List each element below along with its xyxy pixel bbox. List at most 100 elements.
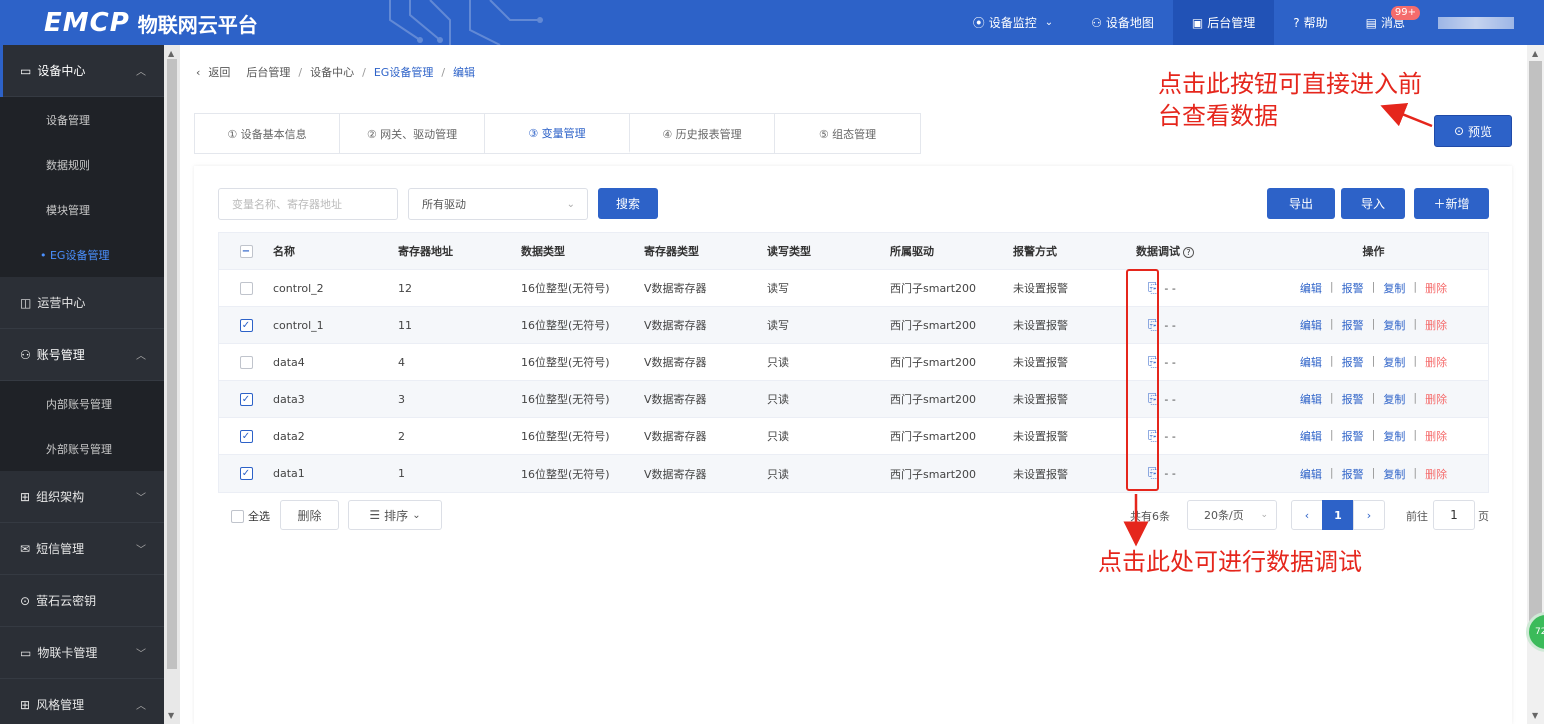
edit-link[interactable]: 编辑 [1300, 466, 1322, 482]
nav-messages[interactable]: ▤ 消息 99+ [1347, 0, 1424, 45]
table-row[interactable]: control_2 12 16位整型(无符号) V数据寄存器 读写 西门子smart200… [219, 270, 1488, 307]
delete-link[interactable]: 删除 [1425, 354, 1447, 370]
export-button[interactable]: 导出 [1267, 188, 1335, 219]
batch-delete-button[interactable]: 删除 [280, 500, 339, 530]
sidebar-group-account[interactable]: ⚇ 账号管理 ︿ [0, 329, 164, 381]
copy-link[interactable]: 复制 [1383, 317, 1405, 333]
sidebar-group-device-center[interactable]: ▭ 设备中心 ︿ [0, 45, 164, 97]
sidebar-group-sms[interactable]: ✉ 短信管理 ﹀ [0, 523, 164, 575]
alarm-link[interactable]: 报警 [1342, 317, 1364, 333]
edit-link[interactable]: 编辑 [1300, 391, 1322, 407]
breadcrumb-item[interactable]: 设备中心 [310, 64, 354, 80]
logo[interactable]: EMCP 物联网云平台 [44, 8, 258, 38]
tab-device-info[interactable]: ① 设备基本信息 [195, 114, 340, 153]
help-icon[interactable]: ? [1183, 247, 1194, 258]
scroll-up-icon[interactable]: ▲ [168, 49, 174, 58]
sidebar-group-style[interactable]: ⊞ 风格管理 ︿ [0, 679, 164, 724]
row-checkbox[interactable]: ✓ [239, 467, 253, 480]
alarm-link[interactable]: 报警 [1342, 280, 1364, 296]
import-button[interactable]: 导入 [1341, 188, 1405, 219]
delete-link[interactable]: 删除 [1425, 280, 1447, 296]
message-badge: 99+ [1390, 6, 1420, 20]
scrollbar-thumb[interactable] [1529, 61, 1542, 636]
row-checkbox[interactable] [239, 355, 253, 369]
sidebar-group-ezviz-key[interactable]: ⊙ 萤石云密钥 [0, 575, 164, 627]
sidebar-scrollbar[interactable]: ▲ ▼ [164, 45, 180, 724]
sidebar-item-device-manage[interactable]: 设备管理 [0, 97, 164, 142]
table-row[interactable]: data4 4 16位整型(无符号) V数据寄存器 只读 西门子smart200 未设置报警… [219, 344, 1488, 381]
sidebar-group-label: 萤石云密钥 [36, 594, 97, 608]
sidebar-item-internal-account[interactable]: 内部账号管理 [0, 381, 164, 426]
edit-link[interactable]: 编辑 [1300, 354, 1322, 370]
select-all[interactable]: 全选 [231, 508, 270, 524]
table-row[interactable]: ✓ data3 3 16位整型(无符号) V数据寄存器 只读 西门子smart200 未设置报… [219, 381, 1488, 418]
copy-link[interactable]: 复制 [1383, 466, 1405, 482]
page-size-select[interactable]: 20条/页 ⌄ [1187, 500, 1277, 530]
nav-backend[interactable]: ▣ 后台管理 [1172, 0, 1275, 45]
scroll-down-icon[interactable]: ▼ [168, 711, 174, 720]
alarm-link[interactable]: 报警 [1342, 354, 1364, 370]
sidebar-item-module-manage[interactable]: 模块管理 [0, 187, 164, 232]
table-row[interactable]: ✓ data2 2 16位整型(无符号) V数据寄存器 只读 西门子smart200 未设置报… [219, 418, 1488, 455]
prev-page-button[interactable]: ‹ [1291, 500, 1323, 530]
copy-link[interactable]: 复制 [1383, 354, 1405, 370]
alarm-link[interactable]: 报警 [1342, 391, 1364, 407]
message-icon: ▤ [1365, 15, 1377, 30]
user-name-blurred[interactable] [1438, 16, 1514, 29]
back-link[interactable]: ‹ 返回 [196, 64, 238, 80]
cell-driver: 西门子smart200 [890, 319, 977, 332]
sort-button[interactable]: ☰ 排序 ⌄ [348, 500, 442, 530]
tab-scada[interactable]: ⑤ 组态管理 [775, 114, 920, 153]
table-row[interactable]: ✓ control_1 11 16位整型(无符号) V数据寄存器 读写 西门子smart20… [219, 307, 1488, 344]
tab-gateway-driver[interactable]: ② 网关、驱动管理 [340, 114, 485, 153]
nav-help[interactable]: ? 帮助 [1274, 0, 1346, 45]
tab-variable-manage[interactable]: ③ 变量管理 [485, 114, 630, 153]
scroll-down-icon[interactable]: ▼ [1532, 711, 1538, 720]
row-checkbox[interactable]: ✓ [239, 318, 253, 332]
header-checkbox[interactable]: − [239, 244, 253, 258]
scrollbar-thumb[interactable] [167, 59, 177, 669]
delete-link[interactable]: 删除 [1425, 317, 1447, 333]
column-header: 数据类型 [521, 245, 565, 258]
sidebar-group-org[interactable]: ⊞ 组织架构 ﹀ [0, 471, 164, 523]
tab-history-report[interactable]: ④ 历史报表管理 [630, 114, 775, 153]
nav-device-map[interactable]: ⚇ 设备地图 [1072, 0, 1173, 45]
add-button[interactable]: ＋新增 [1414, 188, 1489, 219]
alarm-link[interactable]: 报警 [1342, 466, 1364, 482]
edit-link[interactable]: 编辑 [1300, 280, 1322, 296]
row-checkbox[interactable]: ✓ [239, 392, 253, 406]
sidebar-group-operation[interactable]: ◫ 运营中心 [0, 277, 164, 329]
delete-link[interactable]: 删除 [1425, 391, 1447, 407]
row-checkbox[interactable]: ✓ [239, 429, 253, 443]
sidebar-item-eg-device[interactable]: • EG设备管理 [0, 232, 164, 277]
delete-link[interactable]: 删除 [1425, 428, 1447, 444]
row-checkbox[interactable] [239, 281, 253, 295]
grid-icon: ⊞ [20, 697, 31, 712]
copy-link[interactable]: 复制 [1383, 280, 1405, 296]
copy-link[interactable]: 复制 [1383, 391, 1405, 407]
goto-page-input[interactable] [1433, 500, 1475, 530]
edit-link[interactable]: 编辑 [1300, 428, 1322, 444]
copy-link[interactable]: 复制 [1383, 428, 1405, 444]
edit-link[interactable]: 编辑 [1300, 317, 1322, 333]
scroll-up-icon[interactable]: ▲ [1532, 49, 1538, 58]
select-all-checkbox[interactable] [231, 509, 244, 523]
sidebar-item-data-rules[interactable]: 数据规则 [0, 142, 164, 187]
sidebar-group-iot-card[interactable]: ▭ 物联卡管理 ﹀ [0, 627, 164, 679]
search-input[interactable] [218, 188, 398, 220]
sidebar-item-external-account[interactable]: 外部账号管理 [0, 426, 164, 471]
next-page-button[interactable]: › [1353, 500, 1385, 530]
preview-button[interactable]: ⊙ 预览 [1434, 115, 1512, 147]
nav-device-monitor[interactable]: ⦿ 设备监控 ⌄ [954, 0, 1072, 45]
cell-debug-value: - - [1164, 429, 1176, 443]
page-number-current[interactable]: 1 [1322, 500, 1354, 530]
breadcrumb-item[interactable]: 后台管理 [246, 64, 290, 80]
monitor-icon: ▣ [1191, 15, 1204, 30]
search-button[interactable]: 搜索 [598, 188, 658, 219]
alarm-link[interactable]: 报警 [1342, 428, 1364, 444]
table-row[interactable]: ✓ data1 1 16位整型(无符号) V数据寄存器 只读 西门子smart200 未设置报… [219, 455, 1488, 492]
driver-select[interactable]: 所有驱动 ⌄ [408, 188, 588, 220]
delete-link[interactable]: 删除 [1425, 466, 1447, 482]
column-header: 数据调试 [1136, 245, 1180, 258]
breadcrumb-item[interactable]: EG设备管理 [374, 64, 433, 80]
